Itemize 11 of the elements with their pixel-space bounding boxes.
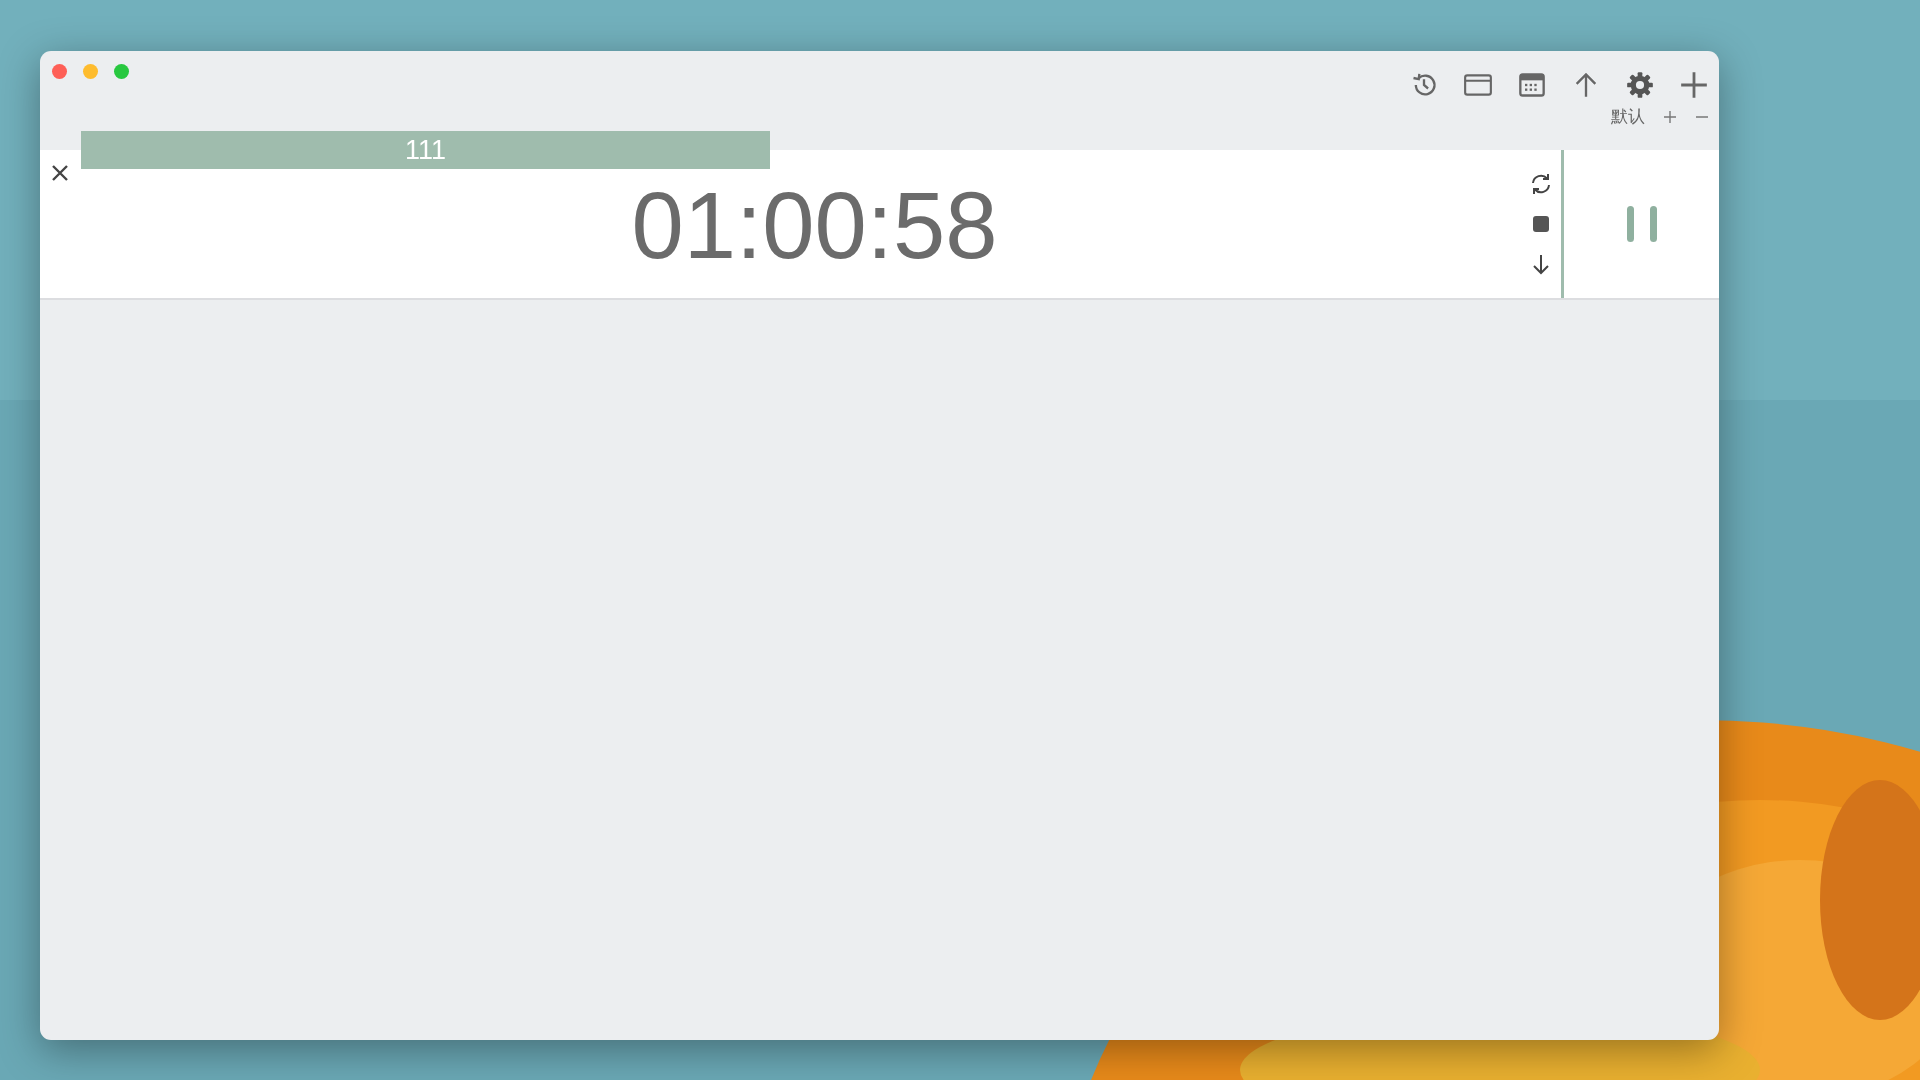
add-icon[interactable] <box>1663 109 1677 124</box>
window-icon[interactable] <box>1463 71 1493 99</box>
task-label: 111 <box>81 131 770 169</box>
close-window-button[interactable] <box>52 64 67 79</box>
refresh-icon[interactable] <box>1529 172 1553 196</box>
profile-name[interactable]: 默认 <box>1611 105 1645 128</box>
timer-display: 01:00:58 <box>631 179 998 273</box>
calendar-icon[interactable] <box>1517 71 1547 99</box>
add-icon[interactable] <box>1679 71 1709 99</box>
close-icon[interactable] <box>50 163 70 183</box>
settings-icon[interactable] <box>1625 71 1655 99</box>
